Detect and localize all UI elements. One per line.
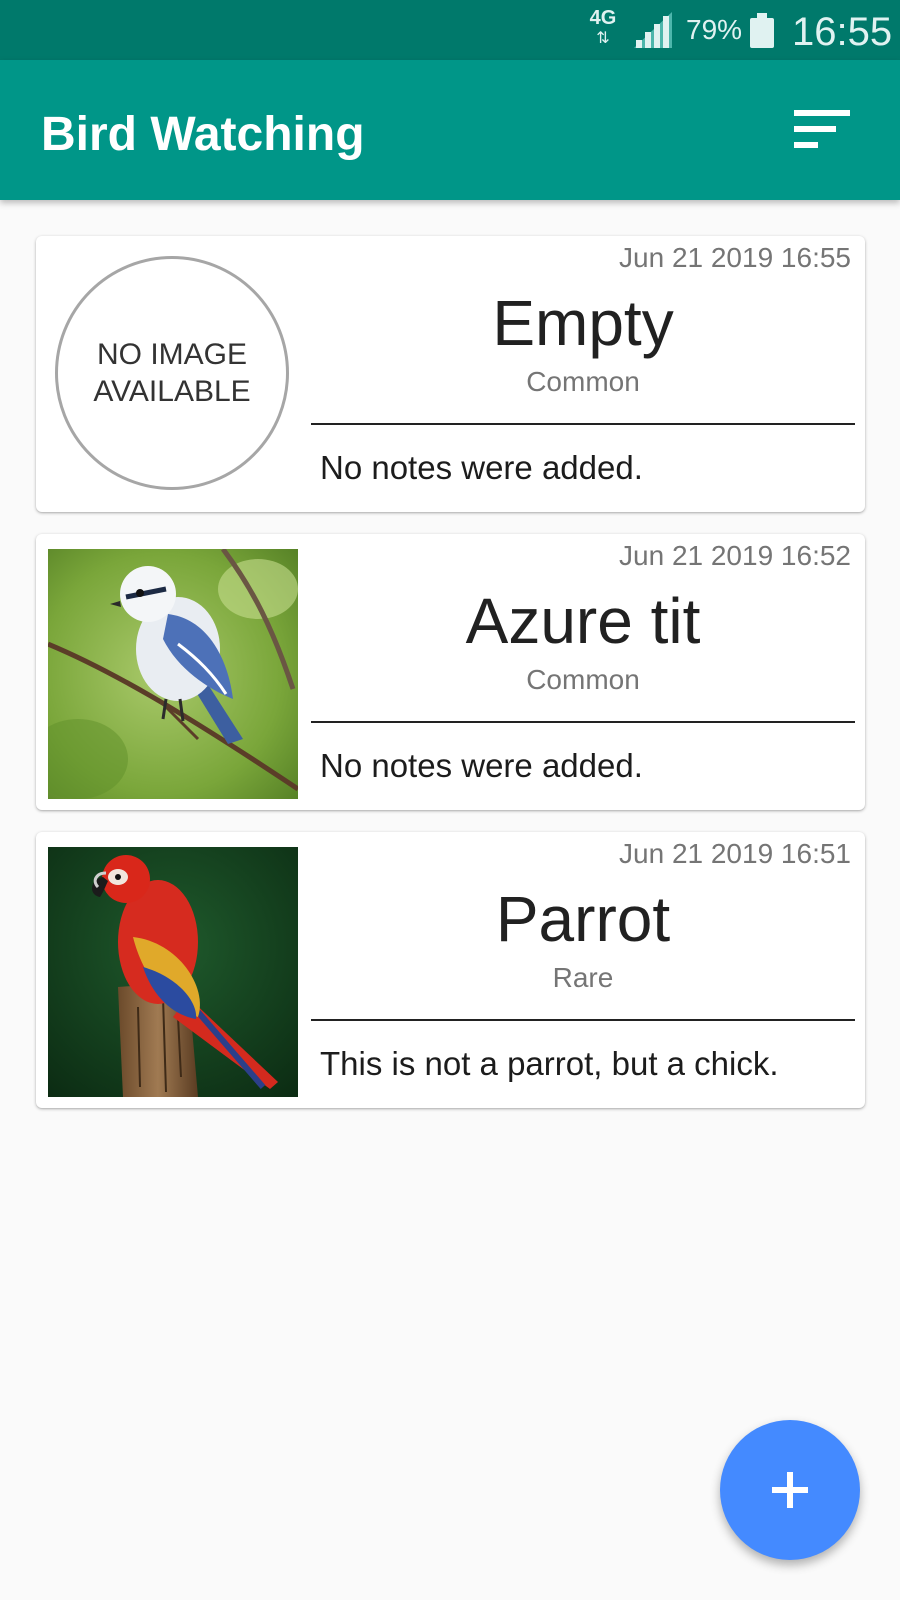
sort-button[interactable] [790, 100, 870, 160]
divider [311, 1019, 855, 1021]
bird-name: Azure tit [465, 585, 701, 657]
network-type: 4G [589, 7, 617, 29]
signal-icon [632, 10, 674, 50]
azure-tit-photo [48, 549, 298, 799]
sighting-date: Jun 21 2019 16:55 [619, 242, 851, 273]
bird-card[interactable]: Jun 21 2019 16:51 Parrot Rare This is no… [36, 832, 865, 1108]
sighting-date: Jun 21 2019 16:52 [619, 540, 851, 571]
bird-name: Empty [492, 287, 674, 359]
app-title: Bird Watching [41, 108, 365, 161]
divider [311, 423, 855, 425]
status-bar: 4G ⇅ 79% 16:55 [0, 0, 900, 60]
battery-percent: 79% [686, 14, 743, 45]
bird-card[interactable]: Jun 21 2019 16:52 Azure tit Common No no… [36, 534, 865, 810]
bird-rarity: Common [526, 664, 640, 695]
bird-rarity: Rare [552, 962, 614, 993]
sort-icon [794, 110, 850, 148]
add-bird-button[interactable] [720, 1420, 860, 1560]
bird-name: Parrot [495, 883, 671, 955]
bird-card[interactable]: NO IMAGE AVAILABLE Jun 21 2019 16:55 Emp… [36, 236, 865, 512]
sighting-date: Jun 21 2019 16:51 [619, 838, 851, 869]
parrot-photo [48, 847, 298, 1097]
battery-icon [750, 13, 774, 48]
bird-rarity: Common [526, 366, 640, 397]
plus-icon [772, 1472, 808, 1508]
no-image-placeholder: NO IMAGE AVAILABLE [55, 256, 289, 490]
clock: 16:55 [792, 10, 893, 54]
divider [311, 721, 855, 723]
app-bar: Bird Watching [0, 60, 900, 200]
bird-notes: No notes were added. [320, 449, 643, 486]
network-arrows-icon: ⇅ [596, 30, 610, 47]
bird-notes: No notes were added. [320, 747, 643, 784]
network-indicator: 4G ⇅ [586, 8, 620, 52]
bird-notes: This is not a parrot, but a chick. [320, 1045, 779, 1082]
